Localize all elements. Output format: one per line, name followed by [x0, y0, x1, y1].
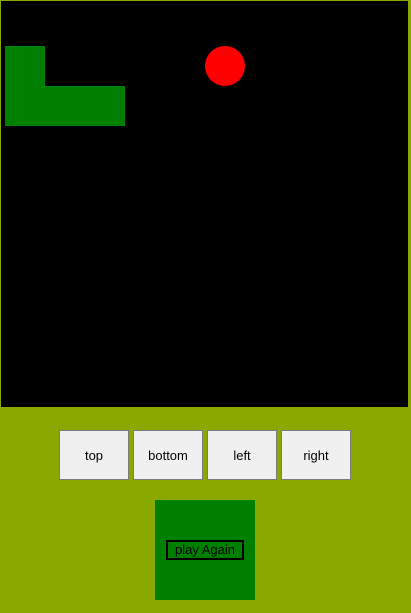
play-again-button[interactable]: play Again [166, 540, 244, 560]
bottom-button[interactable]: bottom [133, 430, 203, 480]
right-button[interactable]: right [281, 430, 351, 480]
game-board [0, 0, 409, 408]
top-button[interactable]: top [59, 430, 129, 480]
game-over-panel: play Again [155, 500, 255, 600]
snake-body [5, 86, 125, 126]
direction-controls: top bottom left right [59, 430, 351, 480]
left-button[interactable]: left [207, 430, 277, 480]
food-apple [205, 46, 245, 86]
snake-head [5, 46, 45, 86]
